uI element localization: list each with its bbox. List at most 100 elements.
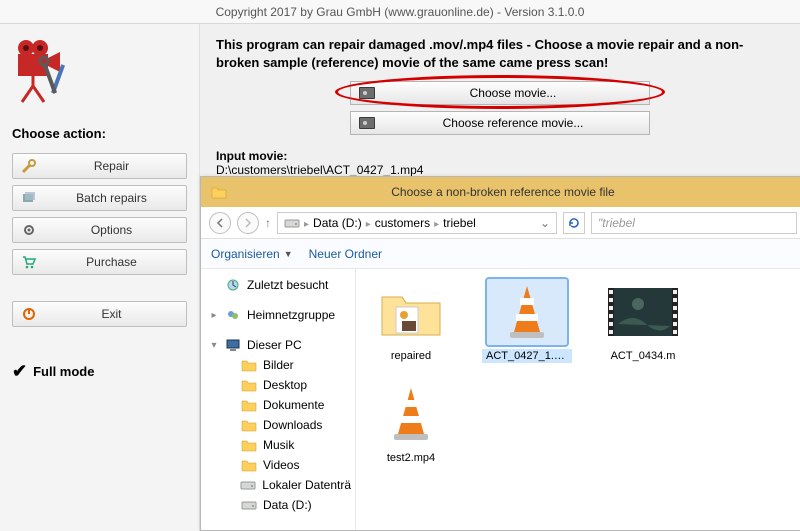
tree-twisty-icon[interactable]: ▾ [209,340,219,351]
vlc-cone-icon [487,279,567,345]
nav-forward-button[interactable] [237,212,259,234]
file-pane[interactable]: repaired ACT_0427_1.mp4 ACT_0434.m test2.mp… [356,269,800,530]
dialog-title-bar: Choose a non-broken reference movie file [201,177,800,207]
full-mode-indicator: ✔ Full mode [12,361,187,382]
tree-node[interactable]: Musik [205,435,351,455]
breadcrumb-part[interactable]: customers [375,216,430,230]
dialog-title-text: Choose a non-broken reference movie file [391,185,614,199]
tree-twisty-icon[interactable]: ▸ [209,310,219,321]
choose-reference-button[interactable]: Choose reference movie... [350,111,650,135]
search-input[interactable]: "triebel [591,212,797,234]
repair-label: Repair [45,159,178,173]
drive-icon [240,477,256,493]
options-label: Options [45,223,178,237]
input-movie-heading: Input movie: [216,149,287,163]
dialog-body: Zuletzt besucht ▸ Heimnetzgruppe ▾ Dieser PC… [201,269,800,530]
tree-node[interactable]: Bilder [205,355,351,375]
breadcrumb-part[interactable]: triebel [443,216,476,230]
folder-icon [241,377,257,393]
drive-icon [241,497,257,513]
nav-back-button[interactable] [209,212,231,234]
choose-action-label: Choose action: [12,126,187,141]
organize-label: Organisieren [211,247,280,261]
window-title: Copyright 2017 by Grau GmbH (www.grauonl… [216,5,585,19]
instructions-text: This program can repair damaged .mov/.mp… [216,36,784,71]
dialog-nav-bar: ↑ Data (D:) customers triebel ⌄ [201,207,800,239]
tree-node[interactable]: Lokaler Datenträ [205,475,351,495]
folder-tree[interactable]: Zuletzt besucht ▸ Heimnetzgruppe ▾ Dieser PC… [201,269,356,530]
drive-icon [284,217,300,229]
tree-node[interactable]: Desktop [205,375,351,395]
check-icon: ✔ [12,361,27,382]
repair-button[interactable]: Repair [12,153,187,179]
nav-up-button[interactable]: ↑ [265,216,271,230]
tree-node-label: Dieser PC [247,338,302,352]
stack-icon [21,190,37,206]
movie-clip-icon [359,87,375,99]
dialog-toolbar: Organisieren ▼ Neuer Ordner [201,239,800,269]
tree-node-label: Downloads [263,418,322,432]
purchase-label: Purchase [45,255,178,269]
purchase-button[interactable]: Purchase [12,249,187,275]
tree-node[interactable]: Zuletzt besucht [205,275,351,295]
file-item[interactable]: repaired [366,279,456,363]
refresh-button[interactable] [563,212,585,234]
chevron-right-icon [304,216,309,230]
breadcrumb[interactable]: Data (D:) customers triebel ⌄ [277,212,557,234]
app-body: Choose action: Repair Batch repairs Opti… [0,24,800,531]
breadcrumb-part[interactable]: Data (D:) [313,216,362,230]
folder-icon [241,357,257,373]
file-name-label: ACT_0427_1.mp4 [482,349,572,363]
folder-icon [241,457,257,473]
recent-icon [225,277,241,293]
cart-icon [21,254,37,270]
file-item[interactable]: test2.mp4 [366,381,456,465]
tree-node-label: Desktop [263,378,307,392]
file-item[interactable]: ACT_0427_1.mp4 [482,279,572,363]
sidebar: Choose action: Repair Batch repairs Opti… [0,24,200,531]
file-open-dialog: Choose a non-broken reference movie file… [200,176,800,531]
choose-movie-button[interactable]: Choose movie... [350,81,650,105]
app-logo [12,36,187,116]
chevron-right-icon [366,216,371,230]
tree-node-label: Dokumente [263,398,324,412]
tree-node-label: Heimnetzgruppe [247,308,335,322]
main-panel: This program can repair damaged .mov/.mp… [200,24,800,531]
folder-icon [241,437,257,453]
chevron-right-icon [434,216,439,230]
chevron-down-icon[interactable]: ⌄ [540,216,550,230]
folder-icon [211,185,227,199]
batch-repairs-button[interactable]: Batch repairs [12,185,187,211]
file-name-label: test2.mp4 [383,451,439,465]
tree-node-label: Bilder [263,358,294,372]
tree-node[interactable]: ▸ Heimnetzgruppe [205,305,351,325]
tree-node[interactable]: Data (D:) [205,495,351,515]
options-button[interactable]: Options [12,217,187,243]
organize-menu[interactable]: Organisieren ▼ [211,247,293,261]
exit-label: Exit [45,307,178,321]
power-icon [21,306,37,322]
tree-node[interactable]: Dokumente [205,395,351,415]
exit-button[interactable]: Exit [12,301,187,327]
tree-node-label: Videos [263,458,299,472]
window-title-bar: Copyright 2017 by Grau GmbH (www.grauonl… [0,0,800,24]
choose-reference-label: Choose reference movie... [385,116,641,130]
tree-node[interactable]: Videos [205,455,351,475]
vlc-cone-icon [371,381,451,447]
movie-clip-icon [359,117,375,129]
tree-node-label: Lokaler Datenträ [262,478,351,492]
tree-node-label: Zuletzt besucht [247,278,328,292]
input-movie-block: Input movie: D:\customers\triebel\ACT_04… [216,149,784,177]
tree-node-label: Musik [263,438,294,452]
new-folder-button[interactable]: Neuer Ordner [309,247,382,261]
folder-icon [241,417,257,433]
tree-node[interactable]: ▾ Dieser PC [205,335,351,355]
video-thumbnail-icon [603,279,683,345]
chevron-down-icon: ▼ [284,249,293,259]
pc-icon [225,337,241,353]
choose-movie-label: Choose movie... [385,86,641,100]
file-item[interactable]: ACT_0434.m [598,279,688,363]
homegroup-icon [225,307,241,323]
tree-node[interactable]: Downloads [205,415,351,435]
gear-icon [21,222,37,238]
